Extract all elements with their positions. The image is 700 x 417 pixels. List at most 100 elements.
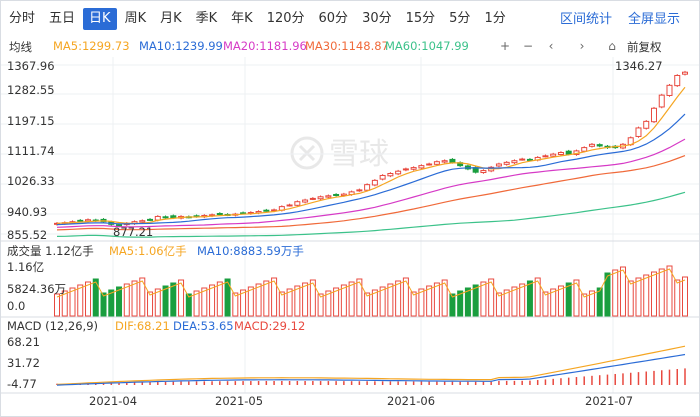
volume-axis-label: 5824.36万 [7,282,67,296]
candle-body [333,193,340,196]
volume-bar [131,280,138,317]
price-axis-label: 940.93 [7,205,48,219]
candle-body [371,179,378,186]
candle-body [643,120,650,129]
macd-axis-label: -4.77 [7,377,37,391]
volume-bar [294,285,301,317]
candle-body [682,71,688,75]
volume-bar [209,284,216,317]
candle-body [309,197,316,200]
candle-body [495,163,502,167]
candle-body [433,161,440,165]
macd-axis-label: 68.21 [7,335,40,349]
candle-body [356,189,363,192]
candle-body [674,74,681,87]
volume-bar [54,293,60,317]
volume-bar [674,279,681,317]
volume-bar [480,281,487,317]
volume-bar [348,281,355,317]
candle-body [441,160,448,163]
volume-bar [682,276,688,317]
candle-body [519,158,526,161]
volume-bar [247,286,254,317]
date-axis-label: 2021-07 [585,394,634,408]
date-axis-label: 2021-06 [387,394,436,408]
volume-bar [612,269,619,317]
candle-body [511,160,518,164]
candle-body [658,94,665,108]
volume-bar [147,291,154,317]
volume-ma5: MA5:1.06亿手 [109,244,187,258]
volume-bar [170,282,177,317]
candle-body [402,168,409,171]
candle-body [263,209,270,212]
candle-body [449,158,456,163]
candle-body [216,212,223,215]
volume-bar [666,265,673,317]
candle-body [379,174,386,180]
volume-bar [627,280,634,317]
candle-body [170,215,177,219]
volume-bar [658,268,665,317]
candle-body [526,158,533,161]
candle-body [557,152,564,155]
volume-bar [557,285,564,317]
volume-bar [387,283,394,317]
volume-bar [395,280,402,317]
candle-body [294,201,301,206]
stock-kline-widget: 分时 五日 日K 周K 月K 季K 年K 120分 60分 30分 15分 5分 1分 区间统计 全屏显… [0,0,700,417]
volume-bar [85,281,92,317]
candle-body [635,127,642,137]
candle-body [503,161,510,165]
price-axis-label: 1282.55 [7,83,55,97]
volume-bar [216,281,223,317]
volume-ma10: MA10:8883.59万手 [197,244,304,258]
candle-body [302,199,309,203]
macd-title: MACD (12,26,9) [7,319,98,333]
candle-body [542,155,549,158]
kline-chart-svg[interactable]: 雪球 [1,1,699,416]
macd-dif: DIF:68.21 [115,319,170,333]
volume-bar [302,282,309,317]
volume-bar [162,285,169,317]
candle-body [147,218,154,221]
candle-body [418,165,425,169]
candle-body [666,84,673,96]
volume-bar [650,271,657,317]
candle-body [565,150,572,155]
dif-line [56,345,686,385]
candle-body [596,144,603,147]
candle-body [139,220,146,223]
macd-axis-label: 31.72 [7,356,40,370]
candle-body [395,170,402,175]
candle-body [410,167,417,170]
price-high-label: 1346.27 [615,59,663,73]
volume-axis-label: 1.16亿 [7,260,45,274]
candle-body [364,184,371,191]
volume-bar [542,291,549,317]
volume-bar [410,291,417,317]
candle-body [581,147,588,152]
price-axis-label: 1026.33 [7,174,55,188]
volume-bar [519,283,526,317]
candle-body [588,143,595,147]
volume-bar [565,282,572,317]
price-axis-label: 1111.74 [7,144,55,158]
macd-dea: DEA:53.65 [173,319,234,333]
volume-bar [526,280,533,317]
price-axis-label: 1197.15 [7,114,55,128]
volume-bar [77,284,84,317]
candle-body [162,216,169,219]
volume-bar [472,284,479,317]
candle-body [480,170,487,174]
volume-axis-label: 0.0 [7,299,26,313]
candle-body [286,204,293,207]
candle-body [650,107,657,123]
candle-body [387,173,394,177]
price-axis-label: 1367.96 [7,59,55,73]
candle-body [550,153,557,157]
candle-body [85,219,92,222]
volume-bar [123,283,130,317]
candle-body [77,219,84,222]
candle-body [317,196,324,200]
